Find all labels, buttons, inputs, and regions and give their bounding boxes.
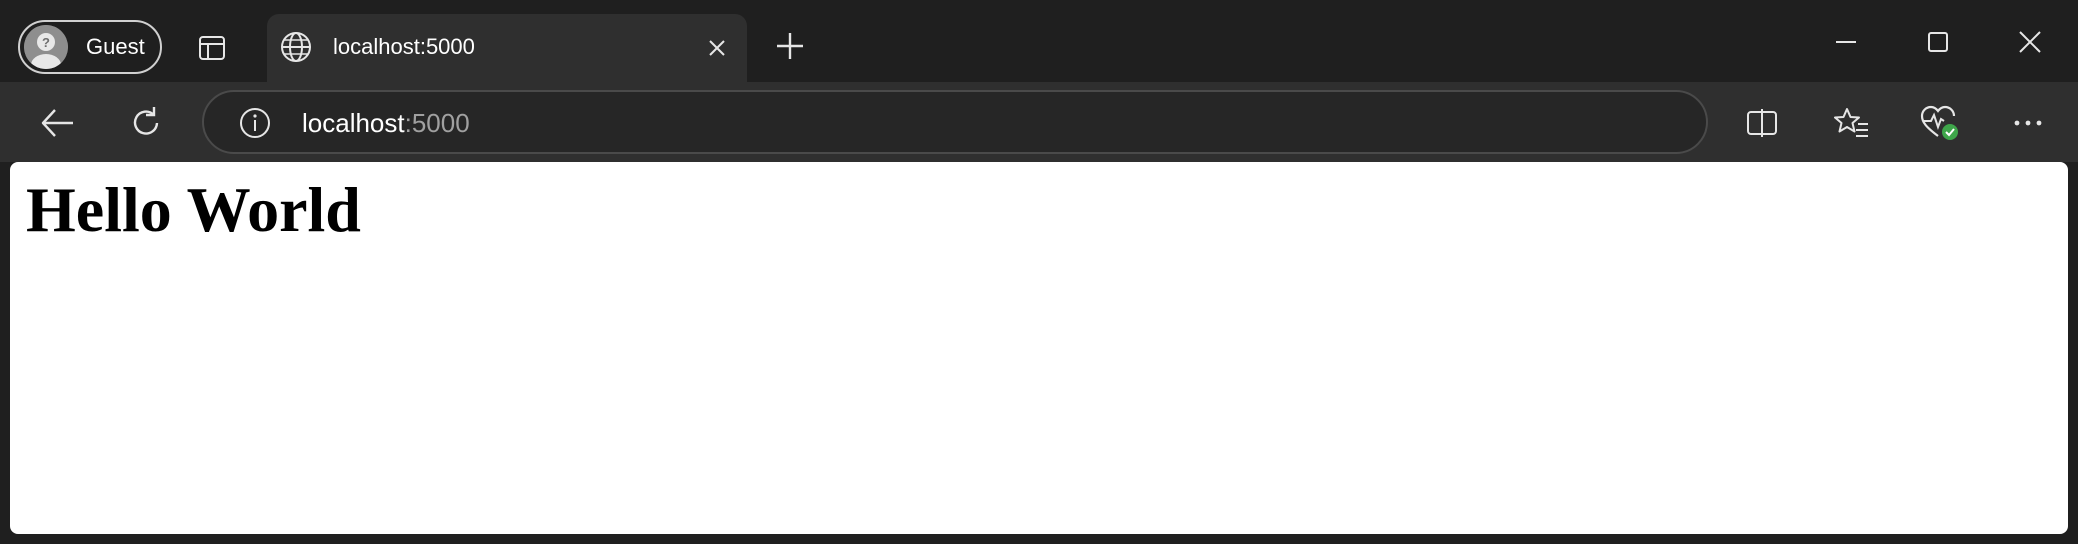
refresh-icon	[128, 105, 164, 141]
tab-actions-icon	[197, 33, 227, 63]
back-button[interactable]	[33, 100, 81, 146]
tab-close-button[interactable]	[701, 32, 733, 64]
close-icon	[2017, 29, 2043, 55]
browser-window: ? Guest localhost:5000 localhost:5000 He…	[0, 0, 2078, 544]
browser-essentials-button[interactable]	[1916, 100, 1964, 146]
url-port: :5000	[404, 108, 470, 138]
more-options-button[interactable]	[2004, 100, 2052, 146]
page-viewport: Hello World	[10, 162, 2068, 534]
minimize-icon	[1834, 30, 1858, 54]
person-avatar-icon: ?	[24, 25, 68, 69]
minimize-button[interactable]	[1824, 20, 1868, 64]
close-window-button[interactable]	[2008, 20, 2052, 64]
refresh-button[interactable]	[122, 100, 170, 146]
page-heading: Hello World	[26, 174, 361, 245]
back-arrow-icon	[39, 107, 75, 139]
split-screen-icon	[1745, 108, 1779, 138]
active-tab[interactable]: localhost:5000	[267, 14, 747, 82]
address-bar[interactable]: localhost:5000	[202, 90, 1708, 154]
tab-title: localhost:5000	[333, 34, 475, 59]
more-dots-icon	[2013, 118, 2043, 128]
profile-label: Guest	[86, 34, 145, 59]
url-host: localhost	[302, 108, 405, 138]
navigation-toolbar: localhost:5000	[0, 82, 2078, 162]
site-info-button[interactable]	[236, 104, 274, 142]
title-bar: ? Guest localhost:5000	[0, 0, 2078, 82]
close-icon	[707, 38, 727, 58]
maximize-icon	[1926, 30, 1950, 54]
favorites-button[interactable]	[1828, 100, 1876, 146]
plus-icon	[775, 31, 805, 61]
url-text[interactable]: localhost:5000	[302, 108, 470, 139]
new-tab-button[interactable]	[770, 26, 810, 66]
svg-text:?: ?	[42, 35, 50, 50]
favorites-star-icon	[1834, 106, 1870, 140]
profile-button[interactable]: ? Guest	[18, 20, 162, 74]
info-icon	[238, 106, 272, 140]
split-screen-button[interactable]	[1738, 100, 1786, 146]
tab-actions-button[interactable]	[190, 28, 234, 68]
heart-pulse-icon	[1920, 105, 1960, 141]
globe-icon	[279, 30, 313, 64]
maximize-button[interactable]	[1916, 20, 1960, 64]
